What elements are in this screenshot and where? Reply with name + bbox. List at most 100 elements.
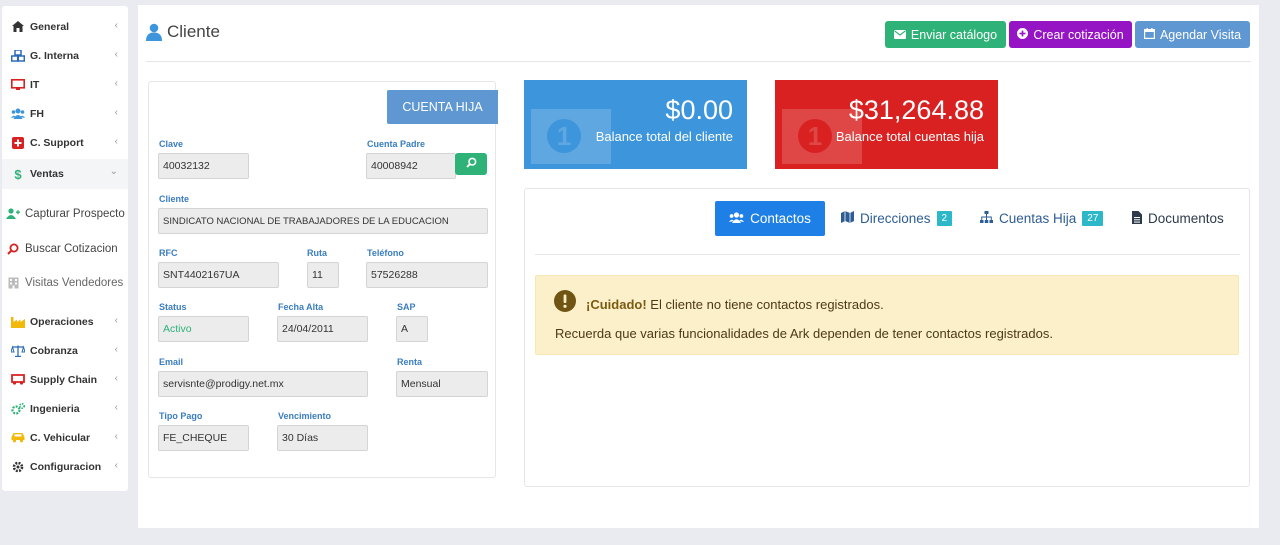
parent-account-search-button[interactable]	[455, 153, 487, 175]
tab-documentos-label: Documentos	[1148, 211, 1224, 226]
sidebar-item-c-vehicular[interactable]: C. Vehicular ‹	[2, 423, 128, 452]
telefono-label: Teléfono	[367, 248, 404, 258]
direcciones-count-badge: 2	[936, 211, 953, 226]
status-label: Status	[159, 302, 187, 312]
svg-text:1: 1	[808, 121, 822, 151]
schedule-visit-button[interactable]: Agendar Visita	[1135, 21, 1250, 48]
main-panel: Cliente Enviar catálogo Crear cotización…	[138, 5, 1259, 528]
building-icon	[6, 276, 20, 290]
desktop-icon	[11, 78, 25, 92]
clave-label: Clave	[159, 139, 184, 149]
tab-documentos[interactable]: Documentos	[1132, 201, 1224, 236]
sidebar-item-capturar-prospecto[interactable]: Capturar Prospecto	[2, 199, 128, 228]
sidebar-item-it[interactable]: IT ‹	[2, 70, 128, 99]
cliente-label: Cliente	[159, 194, 190, 204]
sidebar-item-label: General	[30, 20, 70, 33]
sidebar-item-configuracion[interactable]: Configuracion ‹	[2, 452, 128, 481]
chevron-down-icon: ⌄	[109, 166, 118, 177]
chevron-left-icon: ‹	[114, 107, 118, 118]
sidebar-item-label: C. Support	[30, 136, 84, 149]
sidebar-item-visitas-vendedores[interactable]: Visitas Vendedores	[2, 268, 128, 297]
sidebar: General ‹ G. Interna ‹ IT ‹ FH ‹ C. Supp…	[2, 6, 128, 491]
chevron-left-icon: ‹	[114, 431, 118, 442]
truck-icon	[11, 373, 25, 387]
status-field: Activo	[158, 316, 249, 342]
file-icon	[1132, 210, 1142, 227]
chevron-left-icon: ‹	[114, 136, 118, 147]
chevron-left-icon: ‹	[114, 402, 118, 413]
tab-contactos[interactable]: Contactos	[715, 201, 825, 236]
sidebar-item-label: Visitas Vendedores	[25, 276, 124, 289]
header-divider	[146, 61, 1251, 62]
ruta-label: Ruta	[307, 248, 327, 258]
tab-direcciones[interactable]: Direcciones 2	[841, 201, 953, 236]
svg-text:1: 1	[557, 121, 571, 151]
search-icon	[465, 155, 477, 173]
sidebar-item-label: Operaciones	[30, 315, 94, 328]
tipo-pago-label: Tipo Pago	[159, 411, 203, 421]
sidebar-item-g-interna[interactable]: G. Interna ‹	[2, 41, 128, 70]
sidebar-item-ingenieria[interactable]: Ingenieria ‹	[2, 394, 128, 423]
users-icon	[11, 107, 25, 121]
tab-cuentas-hija[interactable]: Cuentas Hija 27	[980, 201, 1104, 236]
cliente-field: SINDICATO NACIONAL DE TRABAJADORES DE LA…	[158, 208, 488, 234]
user-plus-icon	[6, 207, 20, 221]
clave-field: 40032132	[158, 153, 249, 179]
sidebar-item-label: Buscar Cotizacion	[25, 242, 118, 255]
sidebar-item-buscar-cotizacion[interactable]: Buscar Cotizacion	[2, 234, 128, 263]
alert-message: ¡Cuidado! El cliente no tiene contactos …	[586, 297, 884, 312]
sidebar-item-operaciones[interactable]: Operaciones ‹	[2, 307, 128, 336]
sidebar-item-label: G. Interna	[30, 49, 80, 62]
sidebar-item-c-support[interactable]: C. Support ‹	[2, 128, 128, 157]
child-balance-caption: Balance total cuentas hija	[835, 129, 984, 144]
chevron-left-icon: ‹	[114, 315, 118, 326]
envelope-icon	[893, 28, 906, 42]
alert-message-text: El cliente no tiene contactos registrado…	[646, 297, 884, 312]
telefono-field: 57526288	[366, 262, 488, 288]
sidebar-item-label: Cobranza	[30, 344, 78, 357]
page-title: Cliente	[146, 22, 220, 42]
tab-direcciones-label: Direcciones	[860, 211, 931, 226]
send-catalog-button[interactable]: Enviar catálogo	[885, 21, 1006, 48]
home-icon	[11, 20, 25, 34]
plus-circle-icon	[1017, 27, 1029, 42]
schedule-visit-label: Agendar Visita	[1159, 27, 1242, 42]
sidebar-item-label: Configuracion	[30, 460, 102, 473]
cuentas-hija-count-badge: 27	[1082, 211, 1104, 226]
child-balance-amount: $31,264.88	[848, 95, 984, 125]
child-accounts-balance-card: 1 $31,264.88 Balance total cuentas hija	[775, 80, 998, 169]
chevron-left-icon: ‹	[114, 460, 118, 471]
parent-account-field: 40008942	[366, 153, 456, 179]
sidebar-item-label: Capturar Prospecto	[25, 207, 125, 220]
parent-account-label: Cuenta Padre	[367, 139, 426, 149]
tabs-divider	[535, 254, 1240, 255]
chevron-left-icon: ‹	[114, 344, 118, 355]
sidebar-item-label: IT	[30, 78, 40, 91]
client-balance-caption: Balance total del cliente	[595, 129, 733, 144]
ruta-field: 11	[307, 262, 339, 288]
create-quote-button[interactable]: Crear cotización	[1009, 21, 1132, 48]
dollar-icon: $	[14, 166, 22, 182]
vencimiento-field: 30 Días	[277, 425, 368, 451]
sap-label: SAP	[397, 302, 416, 312]
email-field: servisnte@prodigy.net.mx	[158, 371, 368, 397]
chevron-left-icon: ‹	[114, 78, 118, 89]
sidebar-item-fh[interactable]: FH ‹	[2, 99, 128, 128]
client-balance-card: 1 $0.00 Balance total del cliente	[524, 80, 747, 169]
sidebar-item-ventas[interactable]: $ Ventas ⌄	[2, 159, 128, 189]
sidebar-item-general[interactable]: General ‹	[2, 12, 128, 41]
sidebar-item-label: Ingenieria	[30, 402, 80, 415]
page-title-text: Cliente	[167, 22, 220, 41]
car-icon	[11, 431, 25, 445]
client-info-panel: CUENTA HIJA Clave 40032132 Cuenta Padre …	[148, 81, 498, 478]
sap-field: A	[396, 316, 428, 342]
email-label: Email	[159, 357, 184, 367]
alert-strong-text: ¡Cuidado!	[586, 297, 647, 312]
sidebar-item-label: C. Vehicular	[30, 431, 91, 444]
vencimiento-label: Vencimiento	[278, 411, 332, 421]
sidebar-item-cobranza[interactable]: Cobranza ‹	[2, 336, 128, 365]
sidebar-item-supply-chain[interactable]: Supply Chain ‹	[2, 365, 128, 394]
map-icon	[841, 211, 854, 226]
sidebar-item-label: Ventas	[30, 168, 64, 180]
renta-label: Renta	[397, 357, 423, 367]
